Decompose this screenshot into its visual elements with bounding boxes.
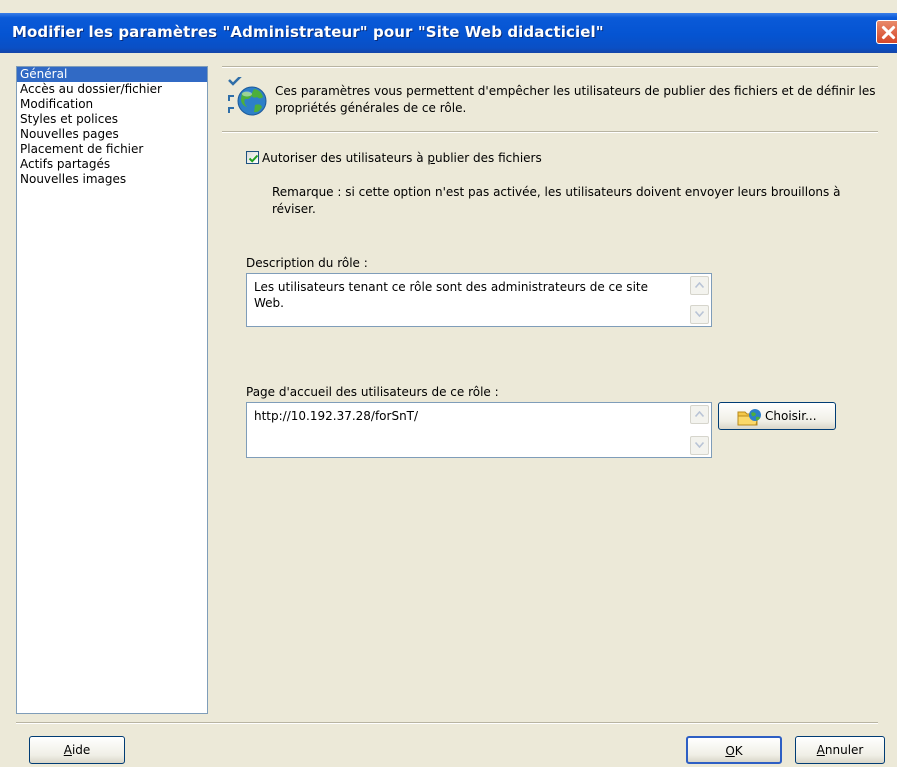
checkmark-icon [248, 154, 259, 163]
role-description-field[interactable]: Les utilisateurs tenant ce rôle sont des… [246, 273, 712, 327]
description-scrollbar[interactable] [690, 276, 709, 324]
homepage-url-field[interactable]: http://10.192.37.28/forSnT/ [246, 402, 712, 458]
homepage-url-text: http://10.192.37.28/forSnT/ [254, 409, 419, 423]
folder-globe-icon [737, 407, 763, 436]
title-bar[interactable]: Modifier les paramètres "Administrateur"… [0, 13, 897, 53]
nav-item-new-images[interactable]: Nouvelles images [17, 172, 207, 187]
header-divider [222, 131, 878, 133]
scroll-up-icon[interactable] [690, 405, 709, 424]
globe-checklist-icon [226, 75, 272, 117]
nav-item-editing[interactable]: Modification [17, 97, 207, 112]
choose-button-label: Choisir... [765, 409, 817, 423]
scroll-down-icon[interactable] [690, 436, 709, 455]
publish-files-checkbox[interactable] [246, 151, 259, 164]
nav-item-general[interactable]: Général [17, 67, 207, 82]
homepage-scrollbar[interactable] [690, 405, 709, 455]
scroll-down-icon[interactable] [690, 305, 709, 324]
window-title: Modifier les paramètres "Administrateur"… [12, 23, 604, 41]
nav-item-styles-fonts[interactable]: Styles et polices [17, 112, 207, 127]
ok-button[interactable]: OK [686, 736, 782, 764]
intro-description: Ces paramètres vous permettent d'empêche… [275, 84, 876, 115]
cancel-button[interactable]: Annuler [795, 736, 885, 764]
scroll-up-icon[interactable] [690, 276, 709, 295]
publish-files-label[interactable]: Autoriser des utilisateurs à publier des… [262, 151, 542, 165]
settings-category-list[interactable]: Général Accès au dossier/fichier Modific… [16, 66, 208, 714]
nav-item-shared-assets[interactable]: Actifs partagés [17, 157, 207, 172]
help-button[interactable]: Aide [29, 736, 125, 764]
publish-remark: Remarque : si cette option n'est pas act… [272, 185, 841, 216]
nav-item-folder-access[interactable]: Accès au dossier/fichier [17, 82, 207, 97]
role-description-label: Description du rôle : [246, 256, 368, 270]
homepage-label: Page d'accueil des utilisateurs de ce rô… [246, 385, 499, 399]
bottom-divider [16, 722, 878, 724]
dialog-window: Modifier les paramètres "Administrateur"… [0, 0, 897, 767]
top-divider [222, 66, 878, 68]
nav-item-file-placement[interactable]: Placement de fichier [17, 142, 207, 157]
nav-item-new-pages[interactable]: Nouvelles pages [17, 127, 207, 142]
close-icon[interactable] [876, 20, 897, 44]
role-description-text: Les utilisateurs tenant ce rôle sont des… [254, 280, 648, 310]
choose-button[interactable]: Choisir... [718, 402, 836, 430]
